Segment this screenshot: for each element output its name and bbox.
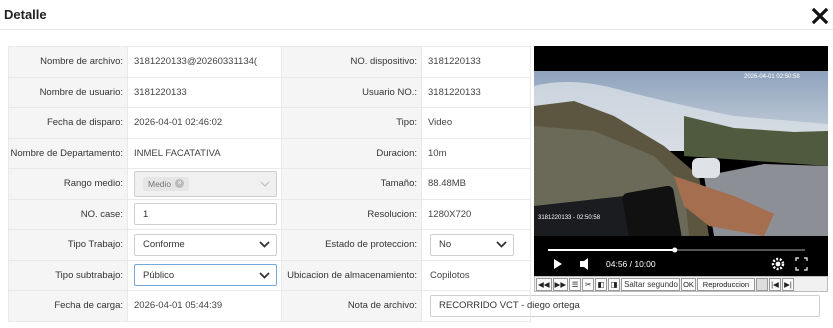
prev-clip-button[interactable]: |◀: [768, 277, 781, 291]
video-frame: 2026-04-01 02:50:58 3181220133 - 02:50:5…: [534, 46, 828, 276]
row-case: NO. case: 1 Resolucion: 1280X720: [8, 198, 531, 230]
value-department: INMEL FACATATIVA: [134, 147, 221, 159]
label-file-name: Nombre de archivo:: [8, 46, 128, 78]
label-subwork-type: Tipo subtrabajo:: [8, 259, 128, 291]
protection-select[interactable]: No: [430, 233, 514, 256]
frame-back-button[interactable]: ◧: [595, 277, 608, 291]
row-upload: Fecha de carga: 2026-04-01 05:44:39 Nota…: [8, 290, 820, 322]
label-device-no: NO. dispositivo:: [281, 46, 422, 78]
forward-button[interactable]: ▶▶: [552, 277, 569, 291]
label-upload-date: Fecha de carga:: [8, 290, 128, 322]
label-work-type: Tipo Trabajo:: [8, 229, 128, 261]
toolbar-divider: [755, 277, 768, 291]
protection-value: No: [439, 239, 452, 251]
label-case-no: NO. case:: [8, 198, 128, 230]
label-type: Tipo:: [281, 107, 422, 139]
row-department: Nombre de Departamento: INMEL FACATATIVA…: [8, 137, 531, 169]
row-subwork: Tipo subtrabajo: Público Ubicacion de al…: [8, 259, 531, 291]
value-type: Video: [428, 117, 453, 129]
row-file: Nombre de archivo: 3181220133@2026033113…: [8, 46, 531, 78]
label-media-range: Rango medio:: [8, 168, 128, 200]
label-note: Nota de archivo:: [281, 290, 422, 322]
label-user-name: Nombre de usuario:: [8, 76, 128, 108]
overlay-timestamp: 2026-04-01 02:50:58: [744, 74, 800, 80]
seek-knob[interactable]: [672, 247, 678, 253]
overlay-device: 3181220133 - 02:50:58: [538, 215, 601, 221]
work-type-value: Conforme: [143, 239, 185, 251]
label-protection: Estado de proteccion:: [281, 229, 422, 261]
chevron-down-icon: [259, 272, 270, 279]
seek-fill: [548, 249, 675, 251]
chevron-down-icon: [496, 241, 507, 249]
playback-speed-button[interactable]: Reproduccion: [696, 277, 755, 291]
case-no-input[interactable]: 1: [134, 203, 277, 226]
next-clip-button[interactable]: ▶|: [781, 277, 794, 291]
ok-button[interactable]: OK: [681, 277, 696, 291]
frame-forward-button[interactable]: ◨: [608, 277, 621, 291]
video-player[interactable]: 2026-04-01 02:50:58 3181220133 - 02:50:5…: [534, 46, 828, 292]
dialog-title: Detalle: [4, 7, 47, 22]
row-date: Fecha de disparo: 2026-04-01 02:46:02 Ti…: [8, 107, 531, 139]
value-device-no: 3181220133: [428, 56, 481, 68]
subwork-type-select[interactable]: Público: [134, 264, 277, 287]
value-duration: 10m: [428, 147, 447, 159]
subwork-type-value: Público: [143, 269, 175, 281]
value-user-name: 3181220133: [134, 86, 187, 98]
value-trigger-date: 2026-04-01 02:46:02: [134, 117, 223, 129]
label-user-no: Usuario NO.:: [281, 76, 422, 108]
media-range-select[interactable]: Medio ×: [134, 170, 277, 197]
value-resolution: 1280X720: [428, 208, 472, 220]
label-storage: Ubicacion de almacenamiento:: [281, 259, 422, 291]
media-range-tag: Medio ×: [143, 176, 190, 191]
work-type-select[interactable]: Conforme: [134, 233, 277, 256]
chevron-down-icon: [259, 241, 270, 249]
media-range-tag-label: Medio: [148, 178, 172, 189]
dialog-header: Detalle: [0, 0, 833, 30]
time-display: 04:56 / 10:00: [606, 259, 656, 269]
chevron-down-icon: [260, 181, 270, 187]
value-size: 88.48MB: [428, 178, 467, 190]
value-storage: Copilotos: [430, 269, 470, 281]
rewind-button[interactable]: ◀◀: [536, 277, 552, 291]
value-user-no: 3181220133: [428, 86, 481, 98]
close-icon[interactable]: [812, 8, 828, 24]
list-button[interactable]: ☰: [569, 277, 582, 291]
row-user: Nombre de usuario: 3181220133 Usuario NO…: [8, 76, 531, 108]
value-file-name: 3181220133@20260331134(: [134, 56, 258, 68]
value-upload-date: 2026-04-01 05:44:39: [134, 300, 223, 312]
cut-button[interactable]: ✂: [582, 277, 595, 291]
jump-seconds-input[interactable]: Saltar segundo: [621, 277, 681, 291]
label-duration: Duracion:: [281, 137, 422, 169]
tag-remove-icon[interactable]: ×: [175, 179, 185, 189]
note-input[interactable]: RECORRIDO VCT - diego ortega: [430, 294, 820, 317]
label-size: Tamaño:: [281, 168, 422, 200]
player-toolbar: ◀◀ ▶▶ ☰ ✂ ◧ ◨ Saltar segundo OK Reproduc…: [534, 276, 828, 292]
label-trigger-date: Fecha de disparo:: [8, 107, 128, 139]
label-resolution: Resolucion:: [281, 198, 422, 230]
row-work-type: Tipo Trabajo: Conforme Estado de protecc…: [8, 229, 531, 261]
detail-form: Nombre de archivo: 3181220133@2026033113…: [8, 46, 820, 322]
row-range: Rango medio: Medio × Tamaño: 88.48MB: [8, 168, 531, 200]
label-department: Nombre de Departamento:: [8, 137, 128, 169]
